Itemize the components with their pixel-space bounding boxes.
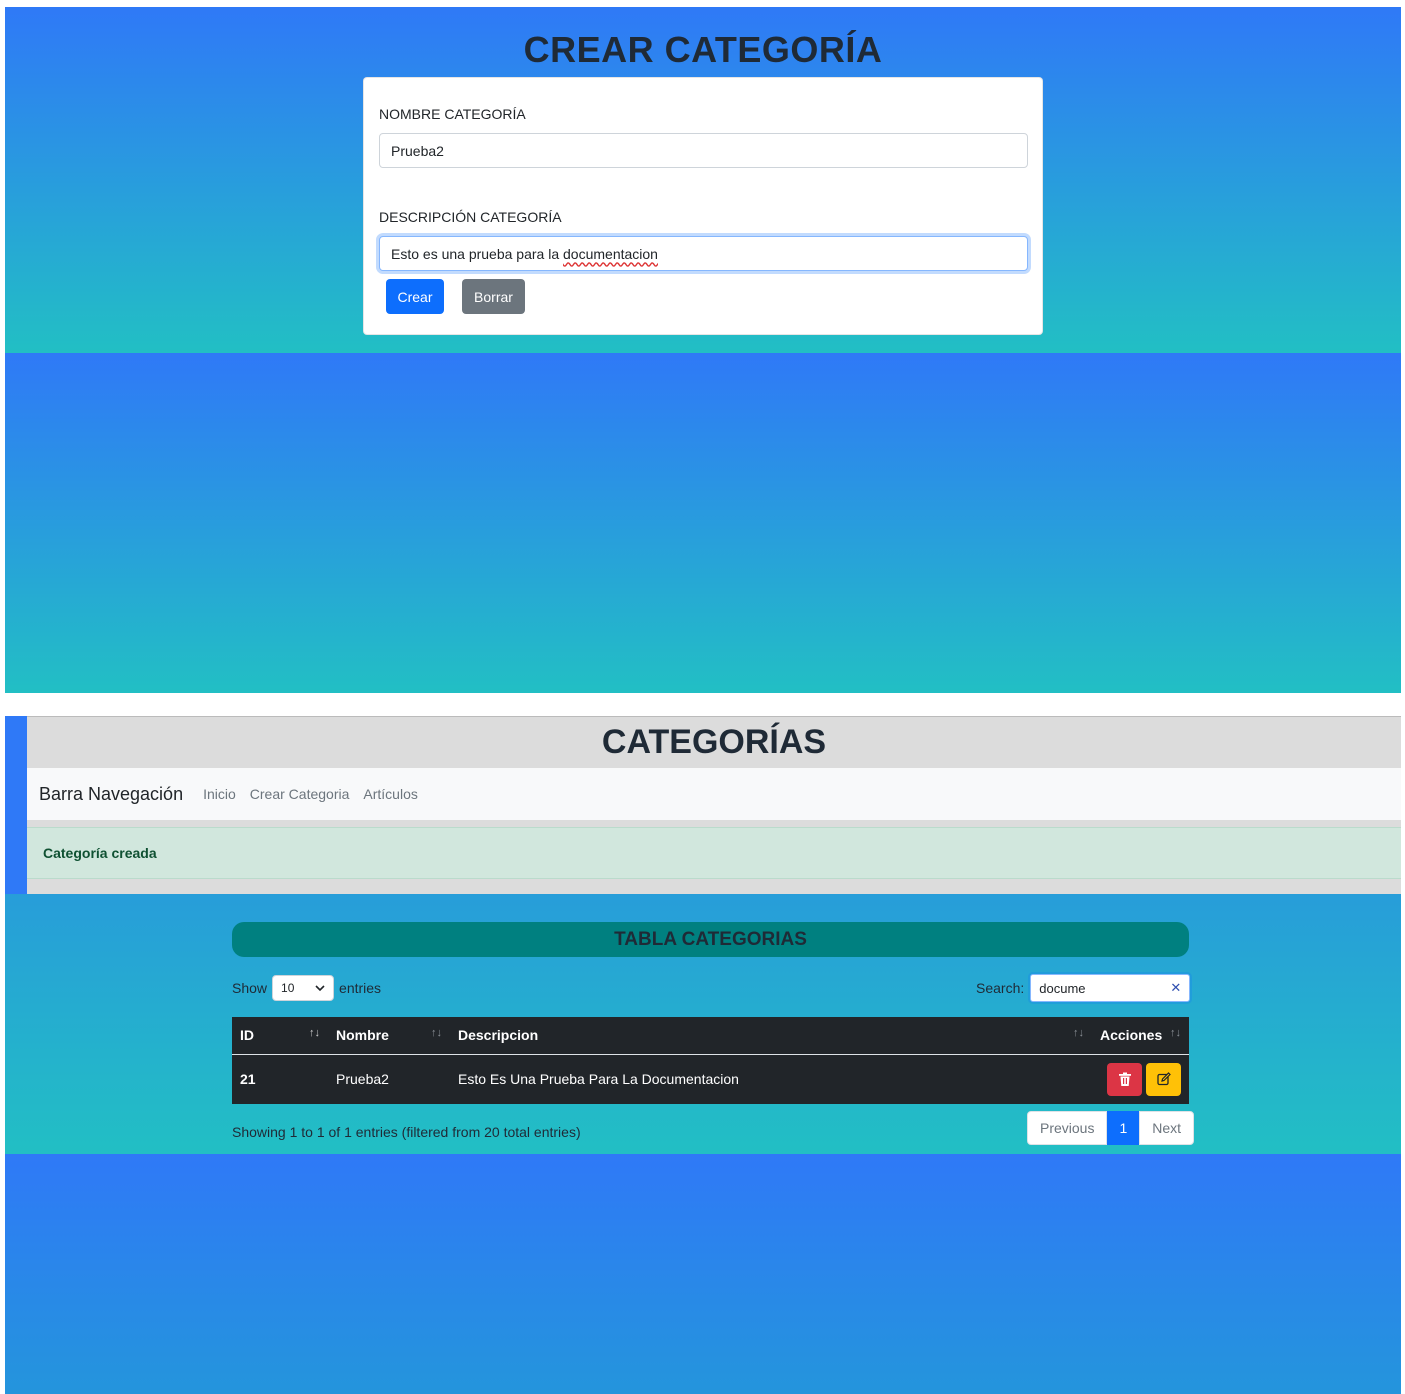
crear-categoria-screen: CREAR CATEGORÍA NOMBRE CATEGORÍA Prueba2… [5,7,1401,693]
cell-descripcion: Esto Es Una Prueba Para La Documentacion [458,1071,739,1088]
search-input-value: docume [1039,980,1086,996]
table-row: 21 Prueba2 Esto Es Una Prueba Para La Do… [232,1054,1189,1104]
edit-button[interactable] [1146,1062,1181,1096]
sort-icon: ↑↓ [431,1027,442,1040]
search-control: Search: docume ✕ [976,974,1191,1002]
delete-button[interactable] [1107,1062,1142,1096]
nav-link-inicio[interactable]: Inicio [203,786,236,802]
category-form: NOMBRE CATEGORÍA Prueba2 DESCRIPCIÓN CAT… [363,77,1043,335]
categorias-table: ID ↑↓ Nombre ↑↓ Descripcion ↑↓ Acciones ↑↓ 2… [232,1017,1189,1104]
pagination: Previous 1 Next [1027,1111,1195,1145]
table-title: TABLA CATEGORIAS [232,922,1189,957]
navbar-brand[interactable]: Barra Navegación [39,784,183,805]
crear-button[interactable]: Crear [386,279,444,314]
sort-icon: ↑↓ [1170,1027,1181,1040]
length-prefix: Show [232,980,268,996]
pagination-page-current[interactable]: 1 [1107,1111,1140,1145]
search-label: Search: [976,980,1025,996]
length-suffix: entries [339,980,382,996]
nav-link-articulos[interactable]: Artículos [363,786,417,802]
page-title: CATEGORÍAS [601,723,827,761]
descripcion-input[interactable]: Esto es una prueba para la documentacion [379,236,1028,271]
categorias-screen: CATEGORÍAS Barra Navegación Inicio Crear… [5,716,1401,1394]
page-title: CREAR CATEGORÍA [523,29,883,70]
misspelled-word: documentacion [563,245,658,262]
nombre-input-value: Prueba2 [391,142,444,159]
column-header-descripcion[interactable]: Descripcion ↑↓ [450,1017,1092,1055]
trash-icon [1118,1072,1131,1086]
entries-length-control: Show 10 entries [232,975,381,1001]
cell-acciones [1092,1054,1189,1104]
edit-icon [1156,1072,1171,1086]
column-header-label: Nombre [336,1027,389,1044]
descripcion-input-value: Esto es una prueba para la documentacion [391,246,658,262]
chevron-down-icon [315,985,325,992]
descripcion-label: DESCRIPCIÓN CATEGORÍA [379,209,562,225]
column-header-nombre[interactable]: Nombre ↑↓ [328,1017,450,1055]
descripcion-text: Esto es una prueba para la [391,245,564,262]
search-input[interactable]: docume ✕ [1030,974,1191,1002]
entries-select[interactable]: 10 [272,975,335,1001]
entries-select-value: 10 [281,981,295,995]
nombre-label: NOMBRE CATEGORÍA [379,106,526,122]
cell-nombre: Prueba2 [336,1071,389,1088]
pagination-previous[interactable]: Previous [1027,1111,1108,1145]
sort-icon: ↑↓ [309,1027,320,1040]
hero-section: CREAR CATEGORÍA NOMBRE CATEGORÍA Prueba2… [5,7,1401,353]
table-info: Showing 1 to 1 of 1 entries (filtered fr… [232,1124,581,1140]
cell-id: 21 [240,1071,256,1088]
left-edge-strip [5,716,27,894]
pagination-next[interactable]: Next [1139,1111,1195,1145]
sort-icon: ↑↓ [1073,1027,1084,1040]
column-header-label: Acciones [1100,1027,1163,1044]
clear-search-icon[interactable]: ✕ [1170,980,1181,996]
nombre-input[interactable]: Prueba2 [379,133,1028,168]
navbar: Barra Navegación Inicio Crear Categoria … [27,768,1401,820]
lower-background [5,1154,1401,1394]
column-header-label: ID [240,1027,254,1044]
row-actions [1100,1062,1181,1096]
table-header-row: ID ↑↓ Nombre ↑↓ Descripcion ↑↓ Acciones ↑↓ [232,1017,1189,1055]
nav-link-crear-categoria[interactable]: Crear Categoria [250,786,350,802]
borrar-button[interactable]: Borrar [462,279,525,314]
categorias-header: CATEGORÍAS [27,716,1401,768]
success-alert: Categoría creada [27,827,1401,879]
column-header-acciones[interactable]: Acciones ↑↓ [1092,1017,1189,1055]
column-header-id[interactable]: ID ↑↓ [232,1017,328,1055]
column-header-label: Descripcion [458,1027,539,1044]
background-section [5,353,1401,693]
